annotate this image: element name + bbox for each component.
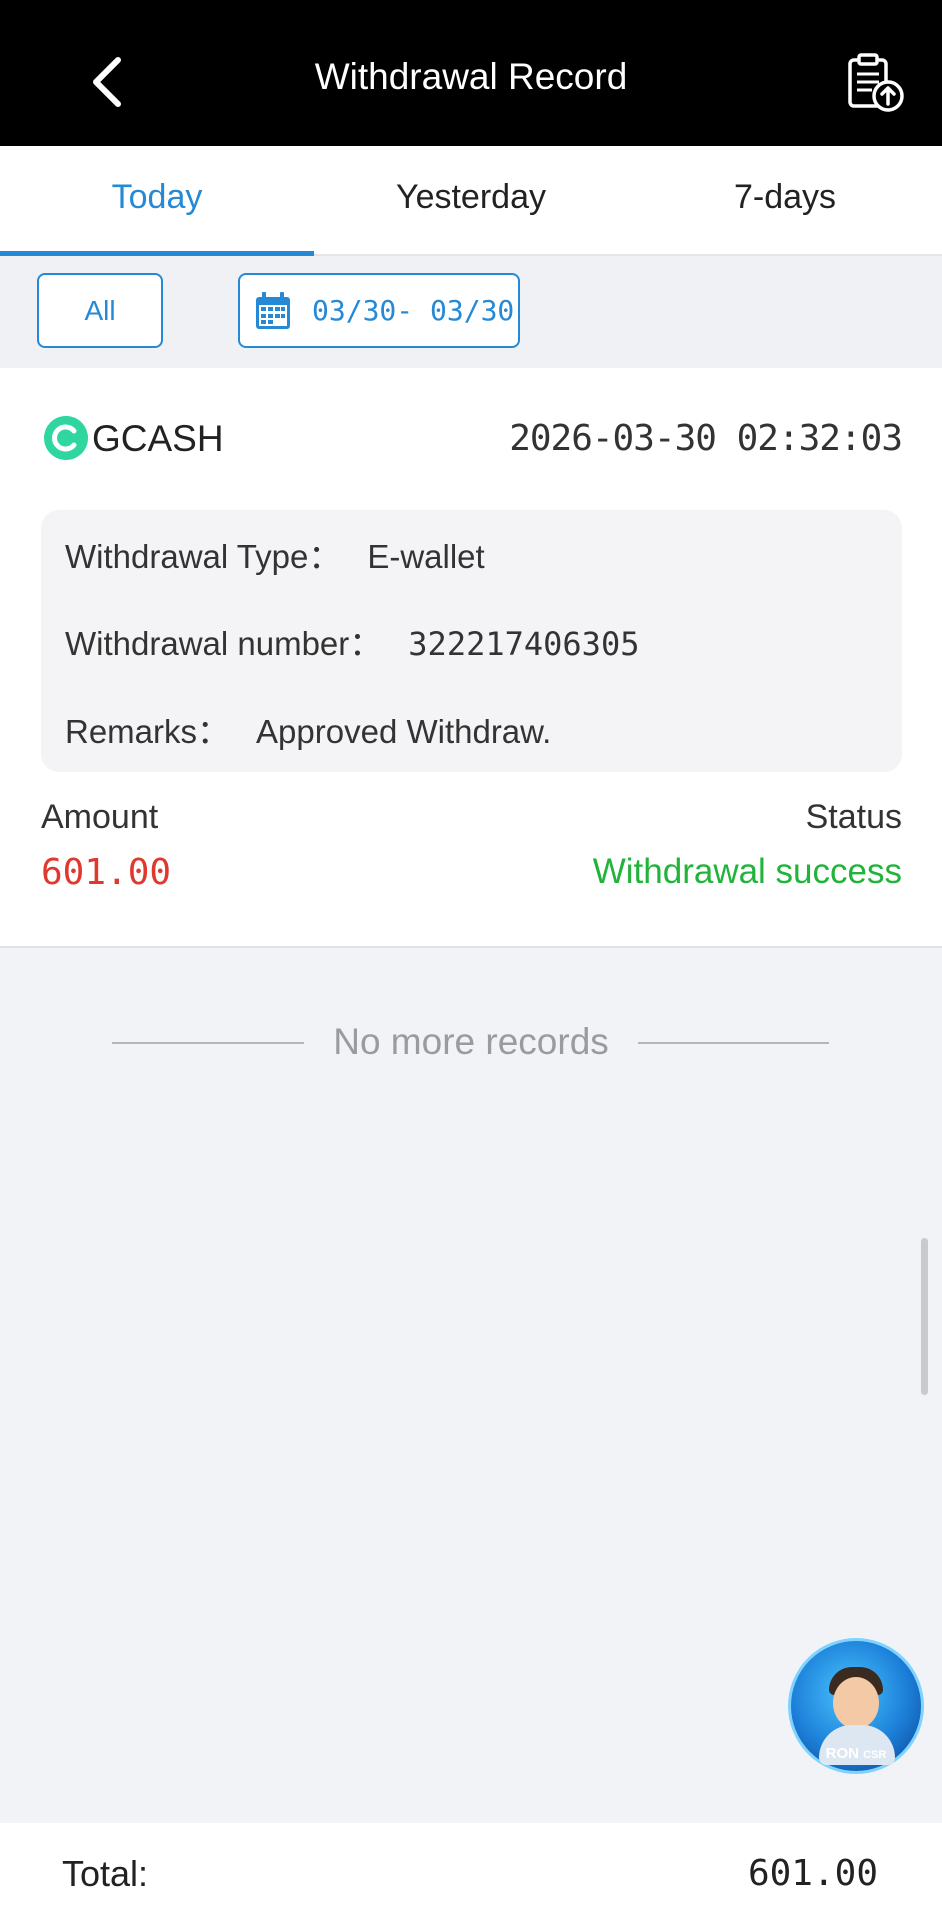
divider-line-right — [638, 1042, 829, 1044]
withdrawal-number-label: Withdrawal number： — [65, 625, 383, 662]
withdrawal-number-value: 322217406305 — [408, 625, 640, 663]
withdrawal-type-label: Withdrawal Type： — [65, 538, 342, 575]
page-title: Withdrawal Record — [314, 56, 628, 97]
list-end-divider: No more records — [0, 1015, 942, 1075]
date-range-button[interactable]: 03/30- 03/30 — [238, 273, 520, 348]
scrollbar[interactable] — [921, 1238, 928, 1395]
record-timestamp: 2026-03-30 02:32:03 — [509, 418, 903, 459]
remarks-value: Approved Withdraw. — [256, 713, 552, 750]
date-range-text: 03/30- 03/30 — [312, 294, 515, 327]
withdrawal-number-row: Withdrawal number： 322217406305 — [65, 617, 639, 665]
tab-7-days[interactable]: 7-days — [628, 146, 942, 254]
amount-label: Amount — [41, 798, 159, 836]
status-label: Status — [805, 798, 902, 836]
total-bar: Total: 601.00 — [0, 1823, 942, 1920]
support-agent-name: RON CSR — [825, 1745, 887, 1762]
amount-value: 601.00 — [41, 852, 172, 893]
withdrawal-type-row: Withdrawal Type： E-wallet — [65, 530, 485, 578]
total-value: 601.00 — [747, 1853, 878, 1894]
support-avatar-icon — [833, 1677, 879, 1729]
tab-yesterday[interactable]: Yesterday — [314, 146, 628, 254]
withdrawal-type-value: E-wallet — [367, 538, 485, 575]
record-details: Withdrawal Type： E-wallet Withdrawal numb… — [41, 510, 902, 772]
status-value: Withdrawal success — [592, 852, 902, 891]
record-header: GCASH 2026-03-30 02:32:03 — [44, 416, 903, 466]
tab-today[interactable]: Today — [0, 146, 314, 256]
remarks-row: Remarks： Approved Withdraw. — [65, 705, 551, 753]
clipboard-upload-icon[interactable] — [844, 52, 906, 114]
filter-bar: All 03/30- 03/30 — [0, 256, 942, 368]
date-tabs: Today Yesterday 7-days — [0, 146, 942, 256]
withdrawal-record-card[interactable]: GCASH 2026-03-30 02:32:03 Withdrawal Typ… — [0, 368, 942, 948]
gcash-logo-icon — [44, 416, 88, 460]
calendar-icon — [256, 292, 290, 329]
remarks-label: Remarks： — [65, 713, 231, 750]
customer-support-button[interactable]: RON CSR — [788, 1638, 924, 1774]
app-header: Withdrawal Record — [0, 0, 942, 146]
type-filter-button[interactable]: All — [37, 273, 163, 348]
payment-method-name: GCASH — [92, 418, 224, 459]
total-label: Total: — [62, 1853, 149, 1894]
